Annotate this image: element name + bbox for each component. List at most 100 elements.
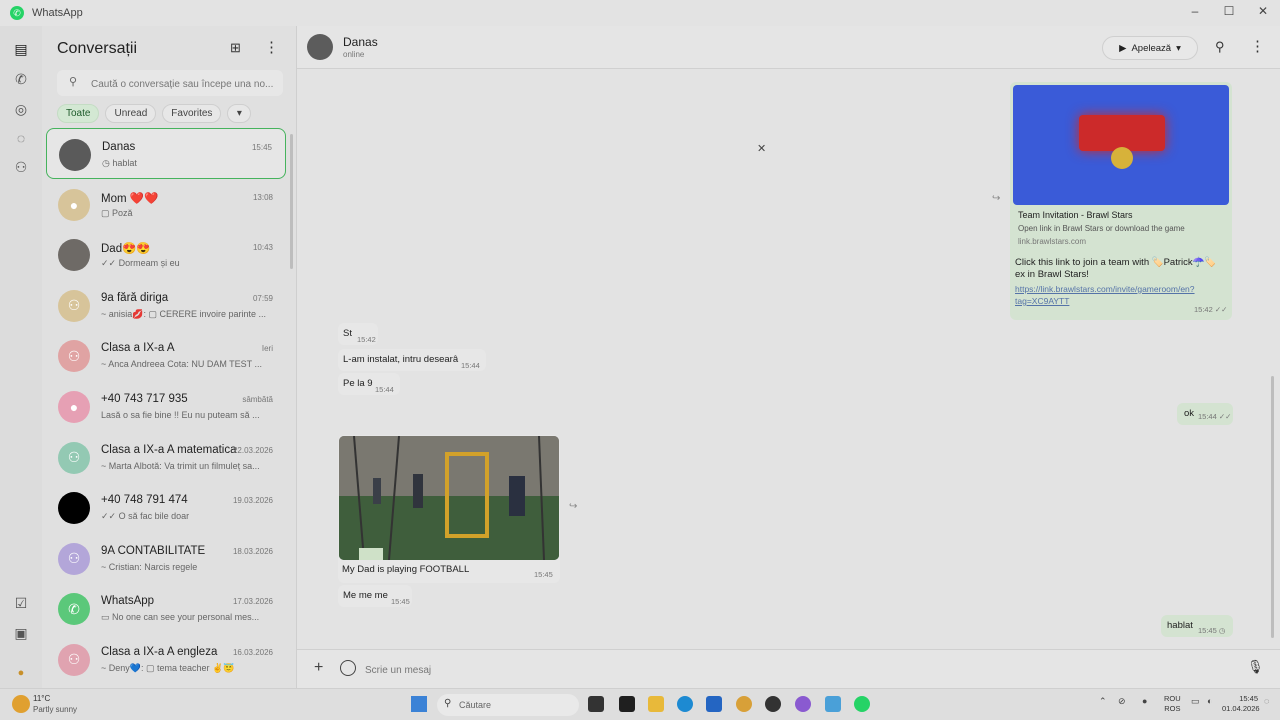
system-clock[interactable]: 15:45 01.04.2026 — [1222, 694, 1260, 714]
chat-row[interactable]: ● Mom ❤️❤️ 13:08 ▢ Poză — [46, 179, 286, 230]
chat-preview: ~ Deny💙: ▢ tema teacher ✌️😇 — [101, 662, 235, 673]
minimize-button[interactable]: – — [1178, 0, 1212, 26]
outgoing-message[interactable]: ok 15:44 ✓✓ — [1177, 403, 1233, 425]
contact-avatar[interactable] — [307, 34, 333, 60]
chat-row[interactable]: Danas 15:45 ◷ hablat — [46, 128, 286, 179]
message-link[interactable]: https://link.brawlstars.com/invite/gamer… — [1015, 283, 1227, 307]
taskbar-search[interactable]: ⚲ Căutare — [437, 694, 579, 716]
incoming-message[interactable]: Me me me 15:45 — [338, 585, 412, 607]
chats-icon[interactable]: ▤ — [12, 40, 30, 58]
language-indicator[interactable]: ROU ROS — [1164, 694, 1181, 714]
message-text: St — [343, 328, 352, 339]
sidebar-scrollbar[interactable] — [290, 134, 293, 269]
chat-row[interactable]: ⚇ Clasa a IX-a A engleza 16.03.2026 ~ De… — [46, 634, 286, 685]
search-input[interactable] — [89, 74, 283, 94]
incoming-message[interactable]: L-am instalat, intru desearâ 15:44 — [338, 349, 486, 371]
chat-list: Danas 15:45 ◷ hablat ● Mom ❤️❤️ 13:08 ▢ … — [46, 128, 286, 685]
archived-icon[interactable]: ▣ — [12, 624, 30, 642]
task-view-icon[interactable] — [588, 696, 604, 712]
filter-all[interactable]: Toate — [57, 104, 100, 123]
message-time: 15:45 — [534, 570, 553, 579]
display-icon[interactable]: ▭ — [1191, 696, 1200, 707]
message-time: 15:42 ✓✓ — [1194, 305, 1228, 314]
outgoing-message[interactable]: hablat 15:45 ◷ — [1161, 615, 1233, 637]
attach-plus-icon[interactable]: + — [314, 659, 323, 677]
forward-icon[interactable]: ↪ — [992, 193, 1000, 204]
starred-messages-icon[interactable]: ☑ — [12, 594, 30, 612]
filter-favorites[interactable]: Favorites — [162, 104, 222, 123]
filter-unread[interactable]: Unread — [105, 104, 157, 123]
chat-preview: ✓✓ Dormeam și eu — [101, 258, 180, 269]
chat-row[interactable]: ● +40 743 717 935 sâmbătă Lasă o sa fie … — [46, 381, 286, 432]
emoji-icon[interactable] — [340, 660, 356, 676]
app-icon[interactable] — [825, 696, 841, 712]
chat-menu-icon[interactable]: ⋮ — [1250, 37, 1265, 55]
chat-preview: ▭ No one can see your personal mes... — [101, 612, 260, 623]
notifications-icon[interactable]: ◌ — [1264, 696, 1269, 706]
status-icon[interactable]: ◎ — [12, 100, 30, 118]
communities-icon[interactable]: ⚇ — [12, 158, 30, 176]
chat-row[interactable]: ⚇ Clasa a IX-a A matematica 22.03.2026 ~… — [46, 432, 286, 483]
chat-row[interactable]: ✆ WhatsApp 17.03.2026 ▭ No one can see y… — [46, 583, 286, 634]
chat-row[interactable]: +40 748 791 474 19.03.2026 ✓✓ O să fac b… — [46, 482, 286, 533]
microphone-tray-icon[interactable]: ● — [1142, 696, 1147, 706]
chat-name: Clasa a IX-a A matematica — [101, 443, 237, 456]
show-hidden-icons-icon[interactable]: ⌃ — [1099, 696, 1107, 707]
avatar: ⚇ — [58, 441, 90, 474]
call-button[interactable]: ▶ Apelează ▾ — [1102, 36, 1198, 60]
message-time: 15:44 ✓✓ — [1198, 412, 1232, 421]
channels-icon[interactable]: ◌ — [12, 129, 30, 147]
chat-name: +40 748 791 474 — [101, 494, 188, 507]
photo-message[interactable]: My Dad is playing FOOTBALL 15:45 — [338, 435, 560, 583]
chrome-icon[interactable] — [736, 696, 752, 712]
microphone-icon[interactable]: 🎙 — [1247, 659, 1264, 675]
chat-name: Danas — [102, 141, 136, 153]
title-bar: ✆ WhatsApp – ☐ ✕ — [0, 0, 1280, 26]
store-icon[interactable] — [706, 696, 722, 712]
app-icon[interactable] — [765, 696, 781, 712]
forward-icon[interactable]: ↪ — [569, 501, 577, 512]
football-photo[interactable] — [339, 436, 559, 560]
app-icon[interactable] — [795, 696, 811, 712]
weather-icon[interactable] — [12, 695, 30, 713]
start-button-icon[interactable] — [411, 696, 427, 712]
filter-more-button[interactable]: ▾ — [227, 104, 252, 123]
close-window-button[interactable]: ✕ — [1246, 0, 1280, 26]
app-icon[interactable] — [619, 696, 635, 712]
sidebar-title: Conversații — [57, 40, 138, 57]
new-chat-icon[interactable]: ⊞ — [230, 40, 241, 56]
edge-icon[interactable] — [677, 696, 693, 712]
chat-time: 16.03.2026 — [232, 647, 273, 657]
chat-row[interactable]: ⚇ 9a fără diriga 07:59 ~ anisia💋: ▢ CERE… — [46, 280, 286, 331]
volume-icon[interactable]: ◐ — [1207, 696, 1212, 706]
link-thumbnail[interactable] — [1013, 85, 1229, 205]
whatsapp-taskbar-icon[interactable] — [854, 696, 870, 712]
calls-icon[interactable]: ✆ — [12, 70, 30, 88]
avatar — [59, 139, 91, 171]
link-preview-message[interactable]: Team Invitation - Brawl Stars Open link … — [1010, 82, 1232, 320]
chat-preview: Lasă o sa fie bine !! Eu nu puteam să ..… — [101, 409, 260, 420]
chat-row[interactable]: ⚇ 9A CONTABILITATE 18.03.2026 ~ Cristian… — [46, 533, 286, 584]
avatar: ⚇ — [58, 340, 90, 373]
chat-scrollbar[interactable] — [1271, 376, 1274, 638]
incoming-message[interactable]: St 15:42 — [338, 323, 378, 345]
chat-preview: ✓✓ O să fac bile doar — [101, 511, 190, 522]
chat-row[interactable]: Dad😍😍 10:43 ✓✓ Dormeam și eu — [46, 229, 286, 280]
whatsapp-logo-icon: ✆ — [10, 6, 24, 20]
profile-avatar-icon[interactable]: ● — [12, 664, 30, 682]
message-text: Click this link to join a team with 🏷️Pa… — [1015, 257, 1217, 280]
incoming-message[interactable]: Pe la 9 15:44 — [338, 373, 400, 395]
message-text: ok — [1184, 408, 1195, 419]
network-icon[interactable]: ⊘ — [1118, 696, 1126, 707]
search-in-chat-icon[interactable]: ⚲ — [1215, 39, 1225, 55]
maximize-button[interactable]: ☐ — [1212, 0, 1246, 26]
chat-row[interactable]: ⚇ Clasa a IX-a A Ieri ~ Anca Andreea Cot… — [46, 330, 286, 381]
contact-name[interactable]: Danas — [343, 35, 378, 49]
close-icon[interactable]: ✕ — [757, 142, 766, 155]
file-explorer-icon[interactable] — [648, 696, 664, 712]
chat-name: Dad😍😍 — [101, 243, 151, 256]
sidebar-menu-icon[interactable]: ⋮ — [264, 38, 279, 56]
chat-name: +40 743 717 935 — [101, 392, 188, 405]
chevron-down-icon: ▾ — [1176, 42, 1181, 54]
message-input[interactable] — [363, 660, 1227, 680]
